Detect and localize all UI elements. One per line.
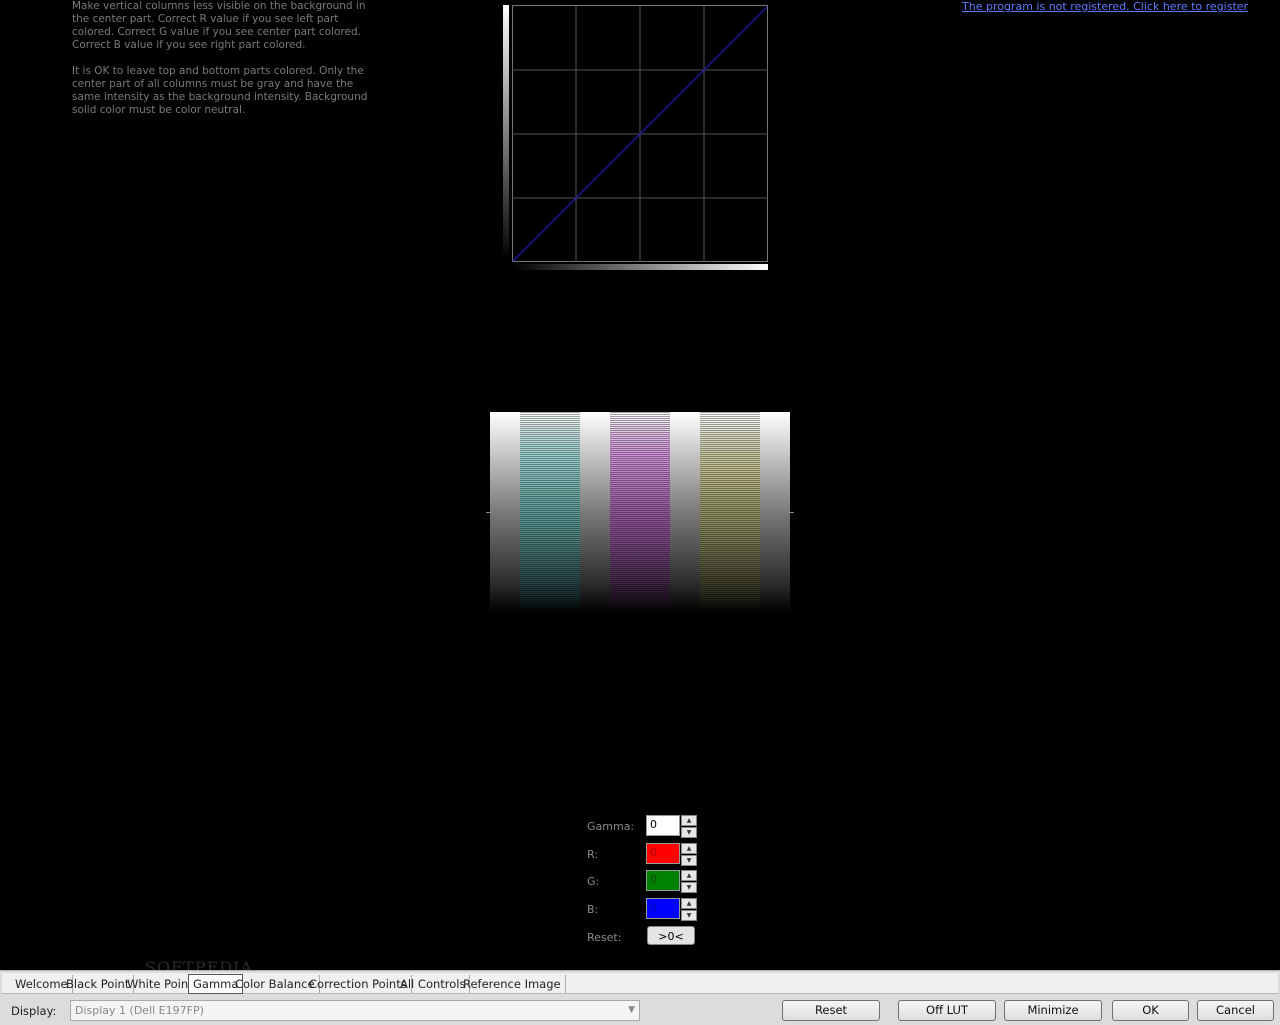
gamma-curve-graph (500, 2, 770, 274)
register-link[interactable]: The program is not registered. Click her… (962, 0, 1248, 13)
spin-up-icon[interactable]: ▲ (681, 898, 697, 909)
gamma-row: Gamma: 0 ▲ ▼ (587, 815, 707, 838)
r-label: R: (587, 848, 599, 861)
spin-down-icon[interactable]: ▼ (681, 910, 697, 921)
off-lut-button[interactable]: Off LUT (898, 1000, 996, 1021)
display-label: Display: (11, 1004, 57, 1018)
minimize-button[interactable]: Minimize (1004, 1000, 1102, 1021)
gamma-spinner[interactable]: ▲ ▼ (681, 815, 697, 838)
display-select-value: Display 1 (Dell E197FP) (75, 1004, 204, 1017)
reset-button[interactable]: Reset (782, 1000, 880, 1021)
instructions-paragraph-1: Make vertical columns less visible on th… (72, 0, 366, 51)
gamma-test-pattern (486, 412, 794, 612)
tab-reference-image[interactable]: Reference Image (459, 975, 566, 993)
b-spinner[interactable]: ▲ ▼ (681, 898, 697, 921)
spin-down-icon[interactable]: ▼ (681, 855, 697, 866)
r-input[interactable]: 0 (646, 843, 680, 864)
gamma-label: Gamma: (587, 820, 635, 833)
bottom-panel: Welcome Black Point White Point Gamma Co… (0, 970, 1280, 1025)
g-spinner[interactable]: ▲ ▼ (681, 870, 697, 893)
horizontal-gradient-bar (512, 264, 768, 270)
spin-down-icon[interactable]: ▼ (681, 882, 697, 893)
b-label: B: (587, 903, 599, 916)
right-center-tick (788, 512, 794, 513)
chevron-down-icon[interactable]: ▼ (628, 1001, 635, 1020)
left-center-tick (486, 512, 492, 513)
spin-down-icon[interactable]: ▼ (681, 827, 697, 838)
spin-up-icon[interactable]: ▲ (681, 870, 697, 881)
gamma-input[interactable]: 0 (646, 815, 680, 836)
spin-up-icon[interactable]: ▲ (681, 843, 697, 854)
vertical-gradient-bar (503, 5, 509, 261)
g-row: G: 0 ▲ ▼ (587, 870, 707, 893)
b-input[interactable]: 0 (646, 898, 680, 919)
g-label: G: (587, 875, 600, 888)
instructions-paragraph-2: It is OK to leave top and bottom parts c… (72, 65, 368, 116)
spin-up-icon[interactable]: ▲ (681, 815, 697, 826)
tab-bar: Welcome Black Point White Point Gamma Co… (2, 973, 1278, 994)
reset-to-zero-button[interactable]: >0< (647, 926, 695, 945)
display-select[interactable]: Display 1 (Dell E197FP) ▼ (70, 1000, 640, 1021)
yellow-column (700, 412, 760, 612)
g-input[interactable]: 0 (646, 870, 680, 891)
b-row: B: 0 ▲ ▼ (587, 898, 707, 921)
r-spinner[interactable]: ▲ ▼ (681, 843, 697, 866)
cyan-column (520, 412, 580, 612)
magenta-column (610, 412, 670, 612)
r-row: R: 0 ▲ ▼ (587, 843, 707, 866)
curve-plot (512, 5, 768, 262)
instructions-text: Make vertical columns less visible on th… (72, 0, 372, 130)
cancel-button[interactable]: Cancel (1197, 1000, 1274, 1021)
tab-white-point[interactable]: White Point (123, 975, 198, 993)
ok-button[interactable]: OK (1112, 1000, 1189, 1021)
reset-label: Reset: (587, 931, 622, 944)
